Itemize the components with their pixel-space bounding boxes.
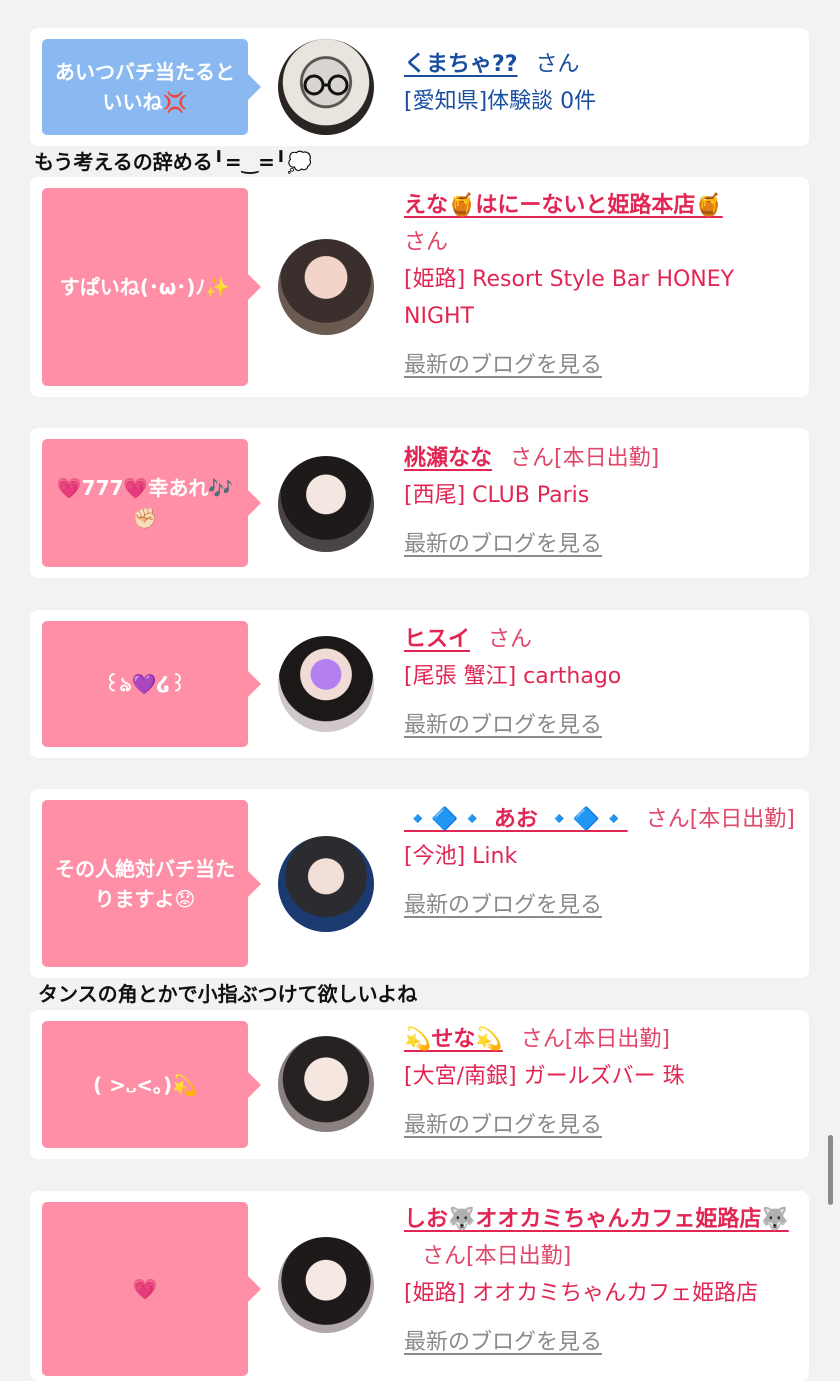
- comment-bubble: ꒰ঌ💜໒꒱: [42, 621, 261, 747]
- shop-info: [姫路] Resort Style Bar HONEY NIGHT: [404, 267, 735, 329]
- shop-info: [今池] Link: [404, 844, 518, 869]
- honorific: さん[本日出勤]: [645, 807, 795, 832]
- comment-bubble-text: ꒰ঌ💜໒꒱: [103, 672, 187, 696]
- glasses-icon: [303, 74, 349, 96]
- latest-blog-link[interactable]: 最新のブログを見る: [404, 1107, 602, 1144]
- comment-bubble: ( >᎑<｡)💫: [42, 1021, 261, 1148]
- cast-name-link[interactable]: しお🐺オオカミちゃんカフェ姫路店🐺: [404, 1207, 789, 1232]
- latest-blog-link[interactable]: 最新のブログを見る: [404, 526, 602, 563]
- avatar[interactable]: [278, 1237, 374, 1333]
- comment-bubble-text: 💗: [132, 1277, 158, 1301]
- cast-info: 💫せな💫 さん[本日出勤] [大宮/南銀] ガールズバー 珠 最新のブログを見る: [404, 1021, 800, 1144]
- latest-blog-link[interactable]: 最新のブログを見る: [404, 707, 602, 744]
- user-comment: タンスの角とかで小指ぶつけて欲しいよね: [38, 982, 418, 1006]
- scrollbar[interactable]: [828, 1135, 833, 1205]
- honorific: さん: [404, 230, 449, 255]
- shop-info: [愛知県]体験談 0件: [404, 89, 597, 114]
- comment-bubble: 💗777💗幸あれ🎶✊🏻: [42, 439, 261, 567]
- avatar[interactable]: [278, 1036, 374, 1132]
- cast-name-link[interactable]: 桃瀬なな: [404, 446, 492, 471]
- user-comment: もう考えるの辞める╹=‿=╹💭: [34, 150, 312, 174]
- honorific: さん: [535, 52, 580, 77]
- comment-bubble-text: 💗777💗幸あれ🎶✊🏻: [56, 476, 234, 530]
- comment-bubble-text: あいつバチ当たるといいね💢: [55, 60, 235, 114]
- comment-bubble: 💗: [42, 1202, 261, 1376]
- cast-name-link[interactable]: えな🍯はにーないと姫路本店🍯: [404, 193, 723, 218]
- latest-blog-link[interactable]: 最新のブログを見る: [404, 347, 602, 384]
- latest-blog-link[interactable]: 最新のブログを見る: [404, 1324, 602, 1361]
- comment-bubble-text: すぱいね(･ω･)ﾉ✨: [59, 275, 231, 299]
- review-card: 💗 しお🐺オオカミちゃんカフェ姫路店🐺 さん[本日出勤] [姫路] オオカミちゃん…: [30, 1191, 809, 1381]
- avatar[interactable]: [278, 836, 374, 932]
- cast-info: 🔹🔷🔹 あお 🔹🔷🔹 さん[本日出勤] [今池] Link 最新のブログを見る: [404, 801, 800, 924]
- comment-bubble: すぱいね(･ω･)ﾉ✨: [42, 188, 261, 386]
- cast-info: ヒスイ さん [尾張 蟹江] carthago 最新のブログを見る: [404, 621, 800, 744]
- review-card: ( >᎑<｡)💫 💫せな💫 さん[本日出勤] [大宮/南銀] ガールズバー 珠 最…: [30, 1010, 809, 1159]
- comment-bubble-text: その人絶対バチ当たりますよ😟: [55, 856, 235, 911]
- shop-info: [西尾] CLUB Paris: [404, 483, 590, 508]
- avatar[interactable]: [278, 636, 374, 732]
- cast-name-link[interactable]: くまちゃ??: [404, 52, 518, 77]
- avatar[interactable]: [278, 239, 374, 335]
- honorific: さん: [488, 627, 533, 652]
- honorific: さん[本日出勤]: [510, 446, 660, 471]
- avatar[interactable]: [278, 456, 374, 552]
- cast-info: えな🍯はにーないと姫路本店🍯 さん [姫路] Resort Style Bar H…: [404, 187, 800, 384]
- cast-info: くまちゃ?? さん [愛知県]体験談 0件: [404, 46, 800, 120]
- review-card: ꒰ঌ💜໒꒱ ヒスイ さん [尾張 蟹江] carthago 最新のブログを見る: [30, 610, 809, 758]
- comment-bubble: その人絶対バチ当たりますよ😟: [42, 800, 261, 967]
- shop-info: [尾張 蟹江] carthago: [404, 664, 622, 689]
- cast-info: しお🐺オオカミちゃんカフェ姫路店🐺 さん[本日出勤] [姫路] オオカミちゃんカフ…: [404, 1201, 800, 1361]
- avatar[interactable]: [278, 39, 374, 135]
- comment-bubble: あいつバチ当たるといいね💢: [42, 39, 261, 135]
- cast-name-link[interactable]: 🔹🔷🔹 あお 🔹🔷🔹: [404, 807, 628, 832]
- cast-info: 桃瀬なな さん[本日出勤] [西尾] CLUB Paris 最新のブログを見る: [404, 440, 800, 563]
- review-card: その人絶対バチ当たりますよ😟 🔹🔷🔹 あお 🔹🔷🔹 さん[本日出勤] [今池] L…: [30, 789, 809, 978]
- latest-blog-link[interactable]: 最新のブログを見る: [404, 887, 602, 924]
- shop-info: [姫路] オオカミちゃんカフェ姫路店: [404, 1281, 759, 1306]
- review-card: すぱいね(･ω･)ﾉ✨ えな🍯はにーないと姫路本店🍯 さん [姫路] Resort…: [30, 177, 809, 397]
- cast-name-link[interactable]: 💫せな💫: [404, 1027, 503, 1052]
- review-card: あいつバチ当たるといいね💢 くまちゃ?? さん [愛知県]体験談 0件: [30, 28, 809, 146]
- review-card: 💗777💗幸あれ🎶✊🏻 桃瀬なな さん[本日出勤] [西尾] CLUB Paris…: [30, 428, 809, 578]
- honorific: さん[本日出勤]: [520, 1027, 670, 1052]
- comment-bubble-text: ( >᎑<｡)💫: [92, 1072, 197, 1097]
- shop-info: [大宮/南銀] ガールズバー 珠: [404, 1064, 685, 1089]
- cast-name-link[interactable]: ヒスイ: [404, 627, 470, 652]
- honorific: さん[本日出勤]: [422, 1244, 572, 1269]
